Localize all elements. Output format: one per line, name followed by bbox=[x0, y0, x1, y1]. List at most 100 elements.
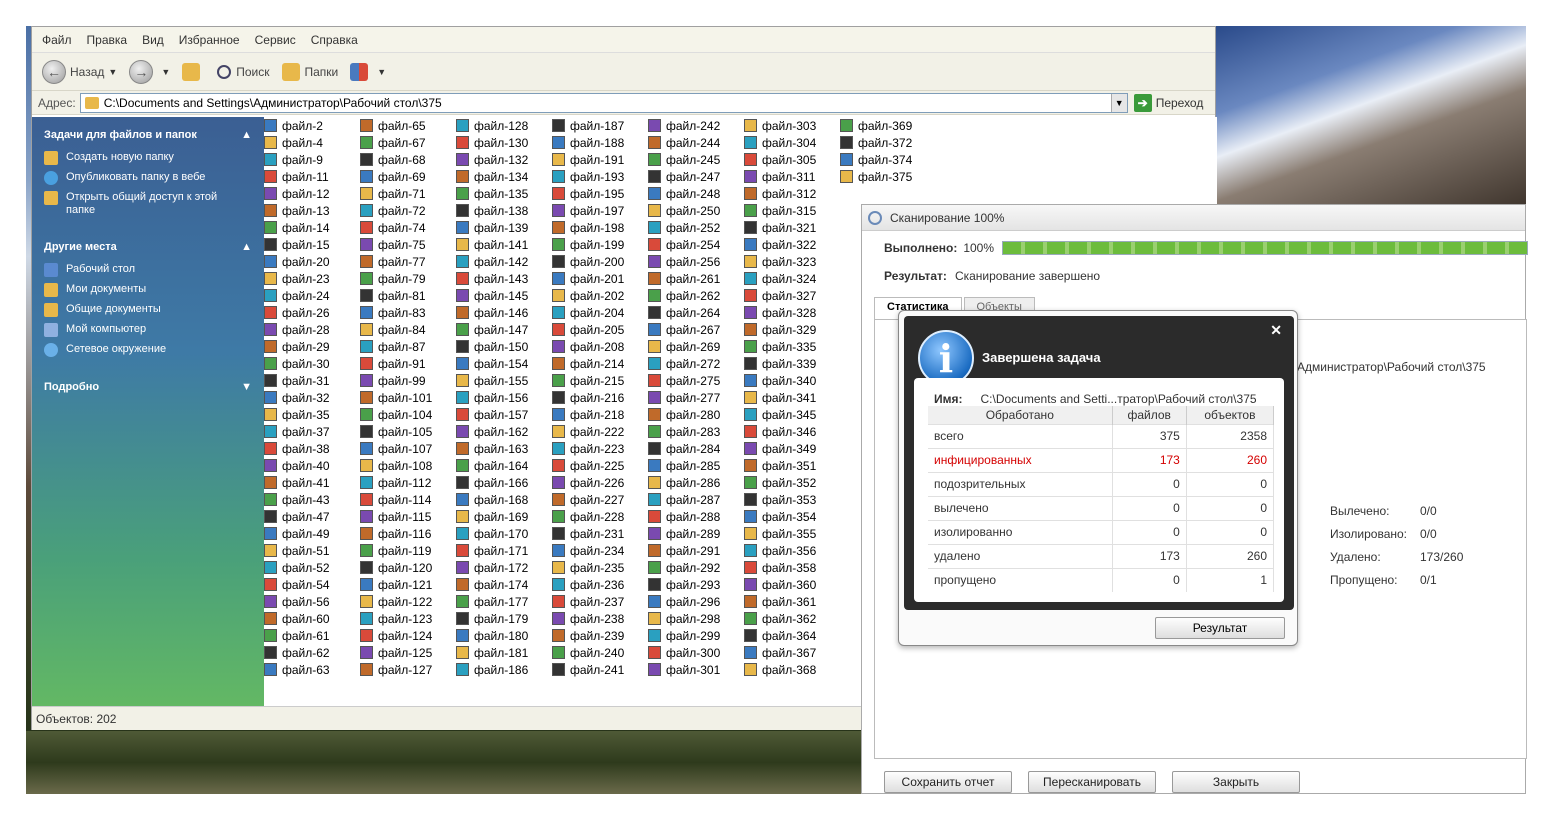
file-item[interactable]: файл-197 bbox=[552, 202, 624, 219]
file-item[interactable]: файл-11 bbox=[264, 168, 330, 185]
file-item[interactable]: файл-300 bbox=[648, 644, 720, 661]
file-item[interactable]: файл-67 bbox=[360, 134, 432, 151]
file-item[interactable]: файл-127 bbox=[360, 661, 432, 678]
file-item[interactable]: файл-231 bbox=[552, 525, 624, 542]
file-item[interactable]: файл-241 bbox=[552, 661, 624, 678]
file-item[interactable]: файл-375 bbox=[840, 168, 912, 185]
file-item[interactable]: файл-364 bbox=[744, 627, 816, 644]
file-item[interactable]: файл-26 bbox=[264, 304, 330, 321]
address-input[interactable]: C:\Documents and Settings\Администратор\… bbox=[79, 92, 1128, 113]
file-item[interactable]: файл-177 bbox=[456, 593, 528, 610]
result-button[interactable]: Результат bbox=[1155, 617, 1285, 639]
file-item[interactable]: файл-116 bbox=[360, 525, 432, 542]
file-item[interactable]: файл-134 bbox=[456, 168, 528, 185]
file-item[interactable]: файл-240 bbox=[552, 644, 624, 661]
file-item[interactable]: файл-315 bbox=[744, 202, 816, 219]
chevron-down-icon[interactable]: ▼ bbox=[161, 67, 170, 77]
file-item[interactable]: файл-345 bbox=[744, 406, 816, 423]
collapse-icon[interactable]: ▲ bbox=[241, 129, 252, 141]
file-item[interactable]: файл-79 bbox=[360, 270, 432, 287]
file-item[interactable]: файл-51 bbox=[264, 542, 330, 559]
collapse-icon[interactable]: ▲ bbox=[241, 241, 252, 253]
file-item[interactable]: файл-358 bbox=[744, 559, 816, 576]
file-item[interactable]: файл-340 bbox=[744, 372, 816, 389]
file-item[interactable]: файл-291 bbox=[648, 542, 720, 559]
file-item[interactable]: файл-12 bbox=[264, 185, 330, 202]
file-item[interactable]: файл-72 bbox=[360, 202, 432, 219]
file-item[interactable]: файл-143 bbox=[456, 270, 528, 287]
file-item[interactable]: файл-157 bbox=[456, 406, 528, 423]
file-item[interactable]: файл-130 bbox=[456, 134, 528, 151]
file-item[interactable]: файл-288 bbox=[648, 508, 720, 525]
file-item[interactable]: файл-169 bbox=[456, 508, 528, 525]
file-item[interactable]: файл-112 bbox=[360, 474, 432, 491]
file-item[interactable]: файл-181 bbox=[456, 644, 528, 661]
file-item[interactable]: файл-188 bbox=[552, 134, 624, 151]
file-item[interactable]: файл-193 bbox=[552, 168, 624, 185]
file-item[interactable]: файл-355 bbox=[744, 525, 816, 542]
file-item[interactable]: файл-139 bbox=[456, 219, 528, 236]
menu-view[interactable]: Вид bbox=[142, 33, 164, 47]
file-item[interactable]: файл-362 bbox=[744, 610, 816, 627]
file-item[interactable]: файл-351 bbox=[744, 457, 816, 474]
file-item[interactable]: файл-275 bbox=[648, 372, 720, 389]
file-item[interactable]: файл-215 bbox=[552, 372, 624, 389]
file-item[interactable]: файл-252 bbox=[648, 219, 720, 236]
file-item[interactable]: файл-91 bbox=[360, 355, 432, 372]
file-item[interactable]: файл-244 bbox=[648, 134, 720, 151]
close-icon[interactable]: ✕ bbox=[1270, 322, 1282, 339]
file-item[interactable]: файл-81 bbox=[360, 287, 432, 304]
file-item[interactable]: файл-40 bbox=[264, 457, 330, 474]
file-item[interactable]: файл-2 bbox=[264, 117, 330, 134]
file-item[interactable]: файл-166 bbox=[456, 474, 528, 491]
file-item[interactable]: файл-239 bbox=[552, 627, 624, 644]
file-item[interactable]: файл-101 bbox=[360, 389, 432, 406]
file-item[interactable]: файл-155 bbox=[456, 372, 528, 389]
file-item[interactable]: файл-29 bbox=[264, 338, 330, 355]
file-item[interactable]: файл-195 bbox=[552, 185, 624, 202]
menu-favorites[interactable]: Избранное bbox=[179, 33, 240, 47]
file-item[interactable]: файл-164 bbox=[456, 457, 528, 474]
file-item[interactable]: файл-369 bbox=[840, 117, 912, 134]
file-item[interactable]: файл-200 bbox=[552, 253, 624, 270]
file-item[interactable]: файл-328 bbox=[744, 304, 816, 321]
file-item[interactable]: файл-61 bbox=[264, 627, 330, 644]
place-my-documents[interactable]: Мои документы bbox=[44, 283, 252, 297]
file-item[interactable]: файл-269 bbox=[648, 338, 720, 355]
file-item[interactable]: файл-289 bbox=[648, 525, 720, 542]
file-item[interactable]: файл-283 bbox=[648, 423, 720, 440]
file-item[interactable]: файл-205 bbox=[552, 321, 624, 338]
file-item[interactable]: файл-14 bbox=[264, 219, 330, 236]
file-item[interactable]: файл-74 bbox=[360, 219, 432, 236]
file-item[interactable]: файл-202 bbox=[552, 287, 624, 304]
file-item[interactable]: файл-222 bbox=[552, 423, 624, 440]
file-item[interactable]: файл-147 bbox=[456, 321, 528, 338]
file-item[interactable]: файл-28 bbox=[264, 321, 330, 338]
file-item[interactable]: файл-114 bbox=[360, 491, 432, 508]
file-item[interactable]: файл-272 bbox=[648, 355, 720, 372]
file-item[interactable]: файл-75 bbox=[360, 236, 432, 253]
file-item[interactable]: файл-52 bbox=[264, 559, 330, 576]
file-item[interactable]: файл-216 bbox=[552, 389, 624, 406]
file-item[interactable]: файл-349 bbox=[744, 440, 816, 457]
file-item[interactable]: файл-299 bbox=[648, 627, 720, 644]
file-item[interactable]: файл-323 bbox=[744, 253, 816, 270]
file-item[interactable]: файл-256 bbox=[648, 253, 720, 270]
places-header[interactable]: Другие места ▲ bbox=[44, 241, 252, 253]
file-item[interactable]: файл-236 bbox=[552, 576, 624, 593]
file-item[interactable]: файл-277 bbox=[648, 389, 720, 406]
file-item[interactable]: файл-322 bbox=[744, 236, 816, 253]
file-item[interactable]: файл-180 bbox=[456, 627, 528, 644]
file-item[interactable]: файл-146 bbox=[456, 304, 528, 321]
place-shared-documents[interactable]: Общие документы bbox=[44, 303, 252, 317]
file-item[interactable]: файл-179 bbox=[456, 610, 528, 627]
place-network[interactable]: Сетевое окружение bbox=[44, 343, 252, 357]
file-item[interactable]: файл-156 bbox=[456, 389, 528, 406]
file-item[interactable]: файл-312 bbox=[744, 185, 816, 202]
file-item[interactable]: файл-99 bbox=[360, 372, 432, 389]
file-item[interactable]: файл-15 bbox=[264, 236, 330, 253]
close-button[interactable]: Закрыть bbox=[1172, 771, 1300, 793]
file-item[interactable]: файл-150 bbox=[456, 338, 528, 355]
file-item[interactable]: файл-60 bbox=[264, 610, 330, 627]
save-report-button[interactable]: Сохранить отчет bbox=[884, 771, 1012, 793]
